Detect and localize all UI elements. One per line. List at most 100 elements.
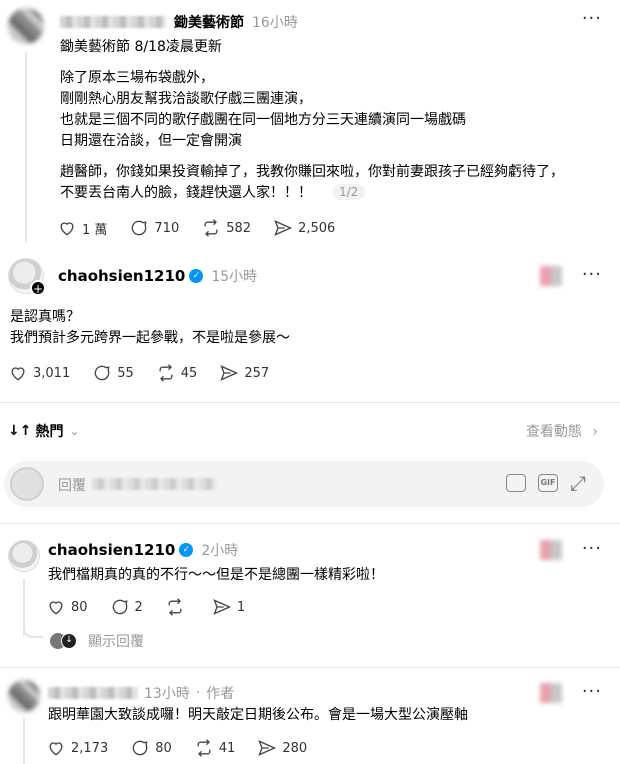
avatar[interactable] bbox=[8, 8, 44, 44]
reply-text: 我們檔期真的真的不行～～但是不是總團一樣精彩啦！ bbox=[48, 567, 384, 583]
reply-time: 2小時 bbox=[201, 543, 239, 559]
avatar[interactable] bbox=[8, 680, 40, 712]
repost-count: 45 bbox=[180, 365, 198, 381]
post-actions: 1 萬 710 582 2,506 bbox=[57, 218, 357, 238]
share-button[interactable]: 2,506 bbox=[273, 218, 335, 238]
comment-button[interactable]: 55 bbox=[92, 363, 134, 383]
reply-author[interactable]: chaohsien1210 bbox=[48, 541, 175, 559]
like-button[interactable]: 1 萬 bbox=[57, 218, 107, 238]
author-tag: 作者 bbox=[206, 686, 235, 702]
reply-box[interactable]: 回覆 GIF ⤢ bbox=[4, 461, 604, 507]
repost-icon bbox=[204, 219, 218, 237]
share-icon bbox=[258, 740, 277, 756]
show-replies-link[interactable]: ↓ 顯示回覆 bbox=[50, 631, 144, 651]
comment-count: 710 bbox=[154, 220, 180, 236]
verified-icon: ✓ bbox=[189, 269, 204, 283]
view-activity-link[interactable]: 查看動態 › bbox=[526, 421, 598, 441]
post-actions: 3,011 55 45 257 bbox=[8, 363, 291, 383]
repost-icon bbox=[168, 598, 182, 616]
divider bbox=[0, 667, 620, 668]
share-count: 2,506 bbox=[298, 220, 336, 236]
post-header: chaohsien1210 ✓ 15小時 bbox=[58, 266, 257, 286]
share-button[interactable]: 280 bbox=[257, 738, 307, 758]
repost-button[interactable]: 45 bbox=[156, 363, 198, 383]
repost-count: 41 bbox=[218, 740, 236, 756]
redacted-username bbox=[92, 478, 216, 490]
view-activity-label: 查看動態 bbox=[525, 424, 582, 440]
comment-count: 55 bbox=[117, 365, 134, 381]
comment-button[interactable]: 80 bbox=[130, 738, 172, 758]
more-options-icon[interactable]: ··· bbox=[582, 8, 602, 29]
chevron-right-icon: › bbox=[592, 424, 598, 440]
reply-actions: 2,173 80 41 280 bbox=[46, 738, 329, 758]
post-body-line: 除了原本三場布袋戲外， bbox=[60, 70, 214, 86]
post-author[interactable]: 鋤美藝術節 bbox=[174, 12, 244, 32]
expand-icon[interactable]: ⤢ bbox=[570, 471, 586, 495]
gif-icon[interactable]: GIF bbox=[538, 474, 558, 492]
heart-icon bbox=[60, 222, 74, 236]
avatar: ↓ bbox=[61, 633, 77, 649]
share-count: 257 bbox=[244, 365, 270, 381]
reply-placeholder: 回覆 bbox=[58, 478, 86, 494]
repost-count: 582 bbox=[226, 220, 252, 236]
more-options-icon[interactable]: ··· bbox=[582, 681, 602, 702]
repost-icon bbox=[197, 739, 211, 757]
page-badge[interactable]: 1/2 bbox=[332, 184, 366, 200]
share-button[interactable]: 257 bbox=[219, 363, 269, 383]
share-button[interactable]: 1 bbox=[212, 597, 245, 617]
divider bbox=[0, 523, 620, 524]
like-button[interactable]: 80 bbox=[46, 597, 88, 617]
sort-dropdown[interactable]: ↓↑ 熱門 ⌄ bbox=[8, 421, 80, 441]
post-body-line: 是認真嗎？ bbox=[10, 309, 80, 325]
post-header: 鋤美藝術節 16小時 bbox=[60, 12, 298, 32]
redacted-avatar bbox=[540, 266, 562, 286]
like-count: 1 萬 bbox=[82, 222, 108, 238]
post-author[interactable]: chaohsien1210 bbox=[58, 267, 185, 285]
reply-time: 13小時 bbox=[144, 686, 190, 702]
separator-dot: · bbox=[195, 685, 201, 701]
reply-header: 13小時 · 作者 bbox=[48, 683, 234, 703]
reply-actions: 80 2 1 bbox=[46, 597, 267, 617]
reply-header: chaohsien1210 ✓ 2小時 bbox=[48, 540, 238, 560]
post-body-line: 日期還在洽談，但一定會開演 bbox=[60, 133, 242, 149]
thread-line bbox=[23, 718, 25, 764]
like-count: 2,173 bbox=[71, 740, 109, 756]
avatar bbox=[10, 467, 44, 501]
post-body-line: 不要丟台南人的臉，錢趕快還人家！！！ bbox=[60, 185, 312, 201]
share-count: 280 bbox=[282, 740, 308, 756]
comment-icon bbox=[132, 220, 147, 236]
avatar[interactable] bbox=[8, 540, 40, 572]
repost-icon bbox=[159, 364, 173, 382]
heart-icon bbox=[49, 601, 63, 615]
repost-button[interactable]: 41 bbox=[194, 738, 236, 758]
more-options-icon[interactable]: ··· bbox=[582, 538, 602, 559]
comment-icon bbox=[94, 365, 110, 381]
post-title: 鋤美藝術節 8/18凌晨更新 bbox=[60, 39, 222, 55]
repost-button[interactable] bbox=[165, 597, 190, 617]
comment-icon bbox=[132, 740, 148, 756]
divider bbox=[0, 402, 620, 403]
follow-plus-icon[interactable]: + bbox=[30, 280, 46, 296]
share-icon bbox=[220, 365, 239, 381]
heart-icon bbox=[11, 367, 25, 381]
repost-button[interactable]: 582 bbox=[201, 218, 251, 238]
share-icon bbox=[213, 599, 231, 615]
comment-button[interactable]: 710 bbox=[129, 218, 179, 238]
post-time: 16小時 bbox=[252, 15, 298, 31]
image-icon[interactable] bbox=[506, 474, 526, 492]
stacked-avatars: ↓ bbox=[50, 633, 80, 649]
comment-count: 80 bbox=[155, 740, 172, 756]
post-body-line: 也就是三個不同的歌仔戲團在同一個地方分三天連續演同一場戲碼 bbox=[60, 112, 466, 128]
post-body-line: 趙醫師，你錢如果投資輸掉了，我教你賺回來啦，你對前妻跟孩子已經夠虧待了， bbox=[60, 164, 564, 180]
share-count: 1 bbox=[236, 599, 246, 615]
more-options-icon[interactable]: ··· bbox=[582, 264, 602, 285]
post-body-line: 剛剛熱心朋友幫我洽談歌仔戲三團連演， bbox=[60, 91, 312, 107]
show-replies-label: 顯示回覆 bbox=[88, 634, 144, 650]
comment-button[interactable]: 2 bbox=[110, 597, 143, 617]
like-button[interactable]: 3,011 bbox=[8, 363, 70, 383]
post-time: 15小時 bbox=[211, 269, 258, 285]
comment-count: 2 bbox=[134, 599, 143, 615]
redacted-username bbox=[48, 687, 138, 699]
thread-line bbox=[25, 52, 27, 242]
like-button[interactable]: 2,173 bbox=[46, 738, 108, 758]
